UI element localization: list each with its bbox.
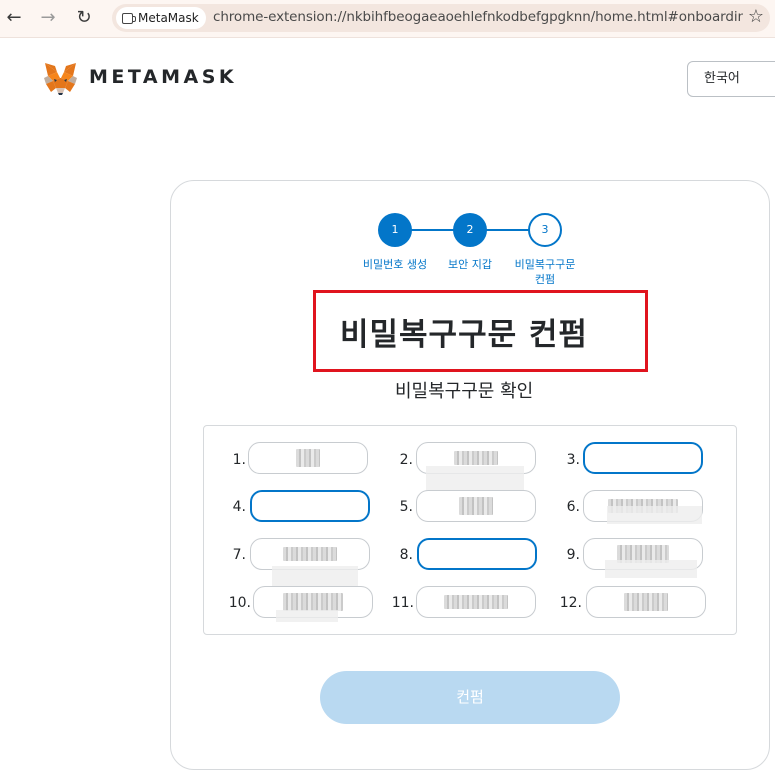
step-2-indicator: 2 [453, 213, 487, 247]
word-number: 6. [566, 499, 580, 515]
pixelated-overlay [276, 610, 338, 622]
masked-word [283, 593, 343, 611]
step-1-indicator: 1 [378, 213, 412, 247]
masked-word [296, 449, 320, 467]
address-bar[interactable]: MetaMask chrome-extension://nkbihfbeogae… [112, 4, 770, 32]
step-3-label-line2: 컨펌 [534, 273, 556, 286]
word-number: 8. [399, 547, 413, 563]
step-1-label: 비밀번호 생성 [362, 258, 428, 271]
word-number: 10. [228, 595, 251, 611]
url-text[interactable]: chrome-extension://nkbihfbeogaeaoehlefnk… [213, 9, 743, 25]
word-number: 12. [559, 595, 582, 611]
step-connector [486, 229, 531, 231]
star-icon[interactable]: ☆ [748, 6, 764, 27]
recovery-word-input-empty[interactable] [250, 490, 370, 522]
masked-word [444, 595, 508, 609]
recovery-word-input-empty[interactable] [417, 538, 537, 570]
step-3-label: 비밀복구구문 컨펌 [505, 257, 585, 287]
back-arrow-icon[interactable]: ← [2, 6, 26, 30]
forward-arrow-icon[interactable]: → [36, 6, 60, 30]
metamask-fox-logo-icon [44, 63, 77, 95]
pixelated-overlay [607, 506, 702, 524]
recovery-word-field[interactable] [586, 586, 706, 618]
word-number: 7. [232, 547, 246, 563]
pixelated-overlay [426, 466, 524, 492]
browser-toolbar: ← → ↻ MetaMask chrome-extension://nkbihf… [0, 0, 775, 38]
word-number: 11. [391, 595, 414, 611]
metamask-wordmark: METAMASK [89, 66, 238, 88]
word-number: 9. [566, 547, 580, 563]
pixelated-overlay [605, 560, 697, 578]
recovery-word-field[interactable] [416, 586, 536, 618]
masked-word [454, 451, 498, 465]
step-3-indicator: 3 [528, 213, 562, 247]
extension-icon [122, 12, 136, 24]
page-subtitle: 비밀복구구문 확인 [395, 381, 534, 402]
site-chip-label: MetaMask [138, 11, 199, 25]
word-number: 4. [232, 499, 246, 515]
recovery-word-field[interactable] [416, 490, 536, 522]
step-connector [410, 229, 455, 231]
step-2-label: 보안 지갑 [448, 258, 492, 271]
site-info-chip[interactable]: MetaMask [116, 7, 206, 29]
recovery-word-field[interactable] [248, 442, 368, 474]
word-number: 1. [232, 452, 246, 468]
step-3-label-line1: 비밀복구구문 [514, 258, 576, 271]
word-number: 5. [399, 499, 413, 515]
masked-word [459, 497, 493, 515]
page-title: 비밀복구구문 컨펌 [340, 317, 588, 353]
confirm-button[interactable]: 컨펌 [320, 671, 620, 724]
masked-word [624, 593, 668, 611]
reload-icon[interactable]: ↻ [72, 6, 96, 30]
word-number: 3. [566, 452, 580, 468]
recovery-word-input-empty[interactable] [583, 442, 703, 474]
word-number: 2. [399, 452, 413, 468]
masked-word [283, 547, 337, 561]
language-select[interactable]: 한국어 [687, 61, 775, 97]
pixelated-overlay [272, 566, 358, 588]
